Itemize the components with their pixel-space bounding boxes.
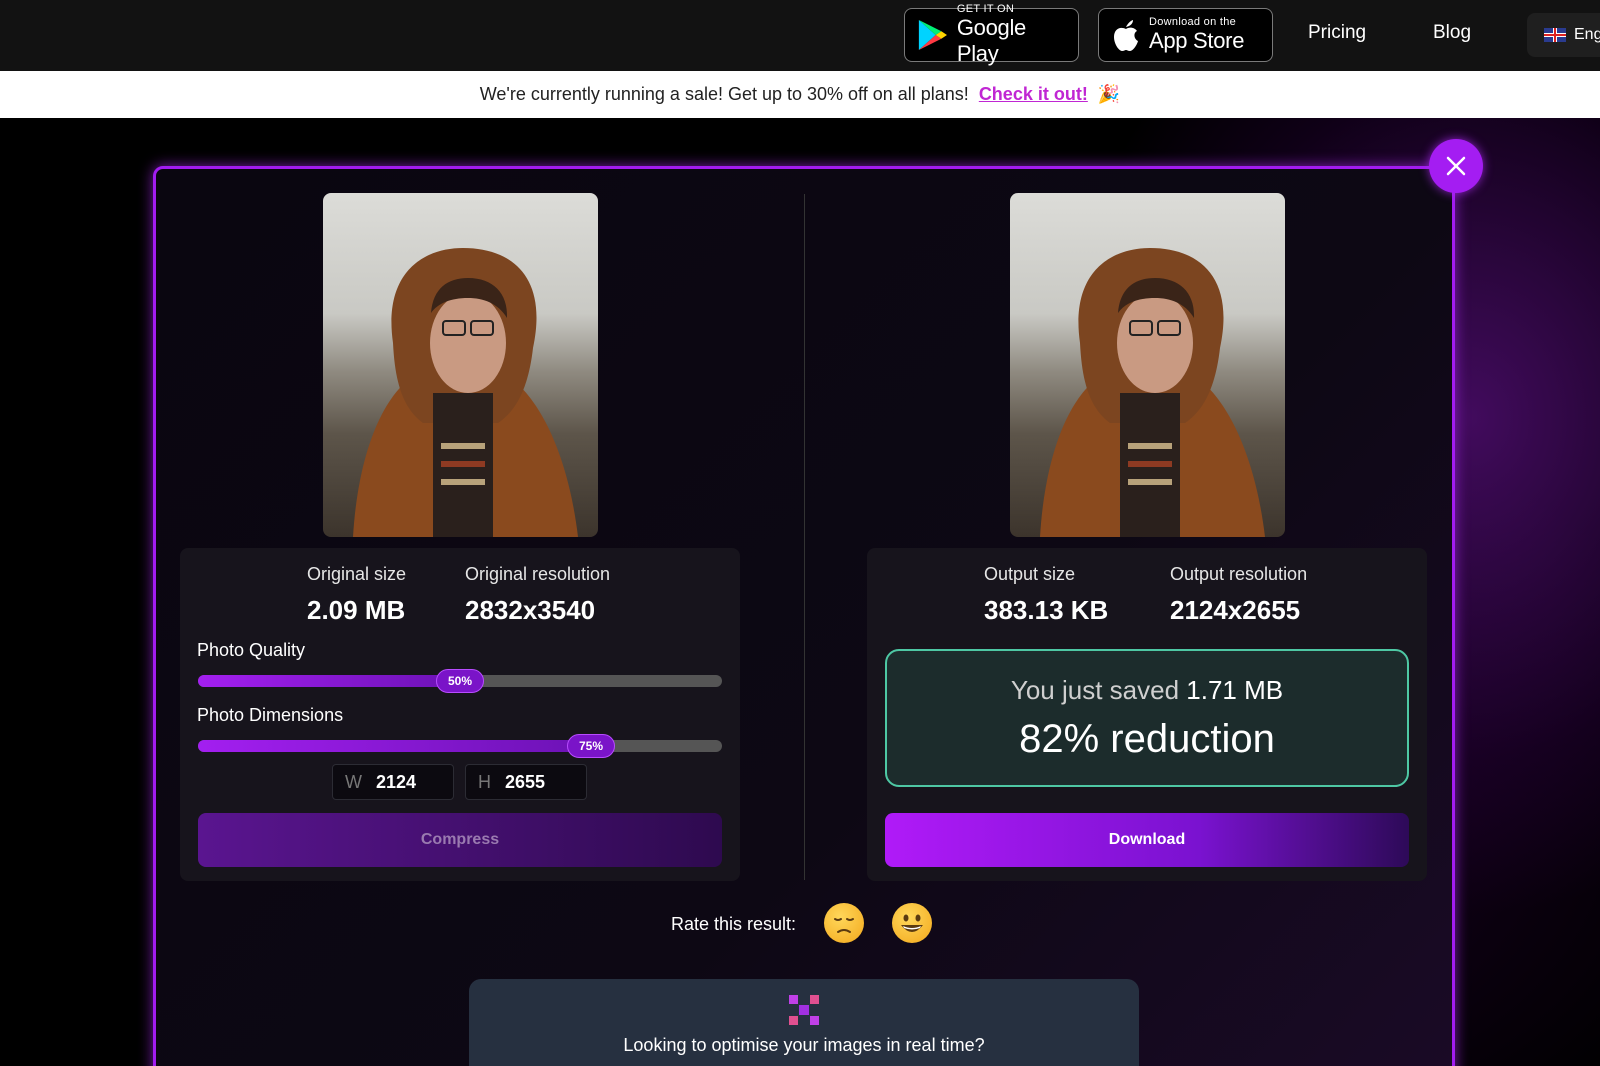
app-store-small-text: Download on the xyxy=(1149,16,1237,28)
uk-flag-icon xyxy=(1544,28,1566,42)
realtime-promo-text: Looking to optimise your images in real … xyxy=(623,1035,985,1055)
app-store-button[interactable]: Download on the App Store xyxy=(1098,8,1273,62)
output-resolution-label: Output resolution xyxy=(1170,564,1308,584)
google-play-small-text: GET IT ON xyxy=(956,3,1015,15)
original-size-value: 2.09 MB xyxy=(307,595,406,625)
reduction-percent: 82% reduction xyxy=(1019,717,1275,761)
output-result-card: Output size 383.13 KB Output resolution … xyxy=(867,548,1427,881)
savings-summary: You just saved 1.71 MB 82% reduction xyxy=(885,649,1409,787)
google-play-icon xyxy=(918,20,947,50)
output-image-preview xyxy=(1010,193,1285,537)
language-selector[interactable]: Eng xyxy=(1527,13,1600,57)
panel-divider xyxy=(804,194,805,880)
google-play-big-text: Google Play xyxy=(956,15,1026,66)
width-input-value: 2124 xyxy=(376,771,417,792)
sale-banner-text: We're currently running a sale! Get up t… xyxy=(479,84,969,104)
height-input[interactable]: H 2655 xyxy=(465,764,587,800)
apple-icon xyxy=(1114,20,1138,51)
photo-dimensions-fill xyxy=(198,740,591,752)
photo-dimensions-thumb[interactable]: 75% xyxy=(567,734,615,758)
output-resolution-value: 2124x2655 xyxy=(1170,595,1301,625)
photo-quality-fill xyxy=(198,675,460,687)
app-store-big-text: App Store xyxy=(1149,28,1245,53)
nav-pricing-link[interactable]: Pricing xyxy=(1308,22,1366,44)
photo-quality-slider[interactable]: 50% xyxy=(198,669,722,693)
happy-face-icon[interactable] xyxy=(892,903,932,943)
height-input-value: 2655 xyxy=(505,771,546,792)
google-play-button[interactable]: GET IT ON Google Play xyxy=(904,3,1079,66)
sad-face-icon[interactable] xyxy=(824,903,864,943)
width-input-label: W xyxy=(345,771,362,792)
sale-banner-link[interactable]: Check it out! xyxy=(979,84,1088,105)
original-image-preview xyxy=(323,193,598,537)
download-button[interactable]: Download xyxy=(885,813,1409,867)
saved-amount: 1.71 MB xyxy=(1186,675,1284,705)
photo-dimensions-slider[interactable]: 75% xyxy=(198,734,722,758)
output-size-value: 383.13 KB xyxy=(984,595,1109,625)
output-size-label: Output size xyxy=(984,564,1076,584)
api-logo-icon xyxy=(789,995,819,1025)
photo-dimensions-label: Photo Dimensions xyxy=(197,705,344,725)
close-icon xyxy=(1446,156,1466,176)
original-settings-card: Original size 2.09 MB Original resolutio… xyxy=(180,548,740,881)
original-size-label: Original size xyxy=(307,564,407,584)
top-nav: GET IT ON Google Play Download on the Ap… xyxy=(0,0,1600,71)
original-resolution-value: 2832x3540 xyxy=(465,595,596,625)
saved-prefix: You just saved xyxy=(1010,675,1180,705)
nav-blog-link[interactable]: Blog xyxy=(1433,22,1471,44)
language-label: Eng xyxy=(1574,26,1600,43)
realtime-promo-card: Looking to optimise your images in real … xyxy=(469,979,1139,1066)
original-resolution-label: Original resolution xyxy=(465,564,611,584)
rate-label: Rate this result: xyxy=(671,914,797,934)
party-popper-icon: 🎉 xyxy=(1097,84,1121,104)
saved-line: You just saved 1.71 MB xyxy=(887,675,1407,706)
height-input-label: H xyxy=(478,771,491,792)
close-button[interactable] xyxy=(1429,139,1483,193)
photo-quality-label: Photo Quality xyxy=(197,640,306,660)
sale-banner: We're currently running a sale! Get up t… xyxy=(0,71,1600,118)
compress-button[interactable]: Compress xyxy=(198,813,722,867)
width-input[interactable]: W 2124 xyxy=(332,764,454,800)
photo-quality-thumb[interactable]: 50% xyxy=(436,669,484,693)
